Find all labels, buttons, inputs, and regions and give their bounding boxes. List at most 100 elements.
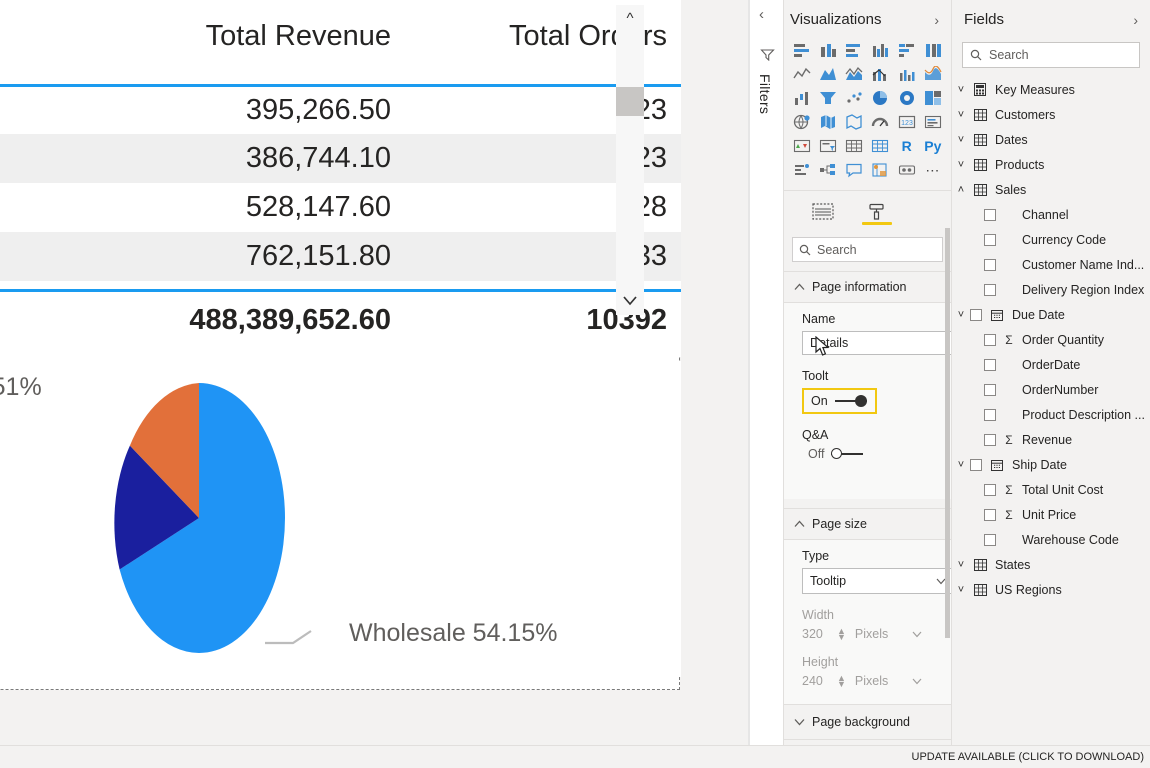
python-visual-icon[interactable]: Py <box>922 136 944 156</box>
line-clustered-column-icon[interactable] <box>896 64 918 84</box>
waterfall-chart-icon[interactable] <box>791 88 813 108</box>
toggle-switch-off[interactable] <box>831 447 864 461</box>
area-chart-icon[interactable] <box>817 64 839 84</box>
width-stepper[interactable]: 320 ▲ ▼ Pixels <box>802 627 951 642</box>
field-checkbox[interactable] <box>970 308 982 321</box>
toggle-switch-on[interactable] <box>834 394 867 408</box>
column-header-total-revenue[interactable]: Total Revenue <box>88 0 405 87</box>
field-table-sales[interactable]: ˄ Sales <box>952 177 1150 202</box>
table-icon[interactable] <box>843 136 865 156</box>
report-page[interactable]: Total Revenue Total Orders 395,266.50 23 <box>0 0 681 690</box>
card-icon[interactable]: 123 <box>896 112 918 132</box>
line-chart-icon[interactable] <box>791 64 813 84</box>
matrix-visual[interactable]: Total Revenue Total Orders 395,266.50 23 <box>0 0 681 357</box>
visualization-type-grid[interactable]: 123 R Py ⋯ <box>784 38 951 184</box>
pie-chart-icon[interactable] <box>869 88 891 108</box>
line-stacked-column-icon[interactable] <box>869 64 891 84</box>
field-checkbox[interactable] <box>970 458 982 471</box>
fields-tree[interactable]: ˅ Key Measures ˅ Customers ˅ Dates ˅ Pro… <box>952 68 1150 602</box>
tooltip-toggle-focus[interactable]: On <box>802 388 877 414</box>
qna-toggle[interactable]: Off <box>802 447 951 461</box>
field-item-warehouse-code[interactable]: ˅ Warehouse Code <box>952 527 1150 552</box>
chevron-down-icon[interactable]: ˅ <box>952 309 970 321</box>
decomposition-tree-icon[interactable] <box>817 160 839 180</box>
fields-tab[interactable] <box>806 199 840 229</box>
field-item-ordernumber[interactable]: ˅ OrderNumber <box>952 377 1150 402</box>
treemap-icon[interactable] <box>922 88 944 108</box>
field-checkbox[interactable] <box>984 208 996 221</box>
kpi-icon[interactable] <box>791 136 813 156</box>
stacked-area-chart-icon[interactable] <box>843 64 865 84</box>
funnel-chart-icon[interactable] <box>817 88 839 108</box>
table-row[interactable]: 395,266.50 23 <box>0 85 681 134</box>
tooltip-toggle[interactable]: On <box>811 394 867 408</box>
chevron-up-icon[interactable]: ˄ <box>952 184 970 196</box>
field-checkbox[interactable] <box>984 483 996 496</box>
key-influencers-icon[interactable] <box>791 160 813 180</box>
filters-pane-collapsed[interactable]: ‹ Filters <box>750 0 784 745</box>
fields-pane[interactable]: Fields › Search ˅ Key Measures ˅ Custome… <box>952 0 1150 745</box>
field-table-products[interactable]: ˅ Products <box>952 152 1150 177</box>
hundred-percent-stacked-bar-icon[interactable] <box>896 40 918 60</box>
chevron-down-icon[interactable] <box>623 288 637 315</box>
field-table-us-regions[interactable]: ˅ US Regions <box>952 577 1150 602</box>
field-item-product-description[interactable]: ˅ Product Description ... <box>952 402 1150 427</box>
field-item-revenue[interactable]: ˅ Σ Revenue <box>952 427 1150 452</box>
more-options-icon[interactable]: ⋯ <box>922 160 944 180</box>
section-page-size[interactable]: Page size <box>784 508 951 540</box>
clustered-column-chart-icon[interactable] <box>869 40 891 60</box>
chevron-up-icon[interactable]: ^ <box>626 5 633 32</box>
scatter-chart-icon[interactable] <box>843 88 865 108</box>
paginated-report-icon[interactable] <box>869 160 891 180</box>
field-checkbox[interactable] <box>984 508 996 521</box>
fields-search-input[interactable]: Search <box>962 42 1140 68</box>
chevron-down-icon[interactable]: ˅ <box>952 584 970 596</box>
chevron-down-icon[interactable]: ˅ <box>952 459 970 471</box>
field-table-states[interactable]: ˅ States <box>952 552 1150 577</box>
field-item-channel[interactable]: ˅ Channel <box>952 202 1150 227</box>
field-item-orderdate[interactable]: ˅ OrderDate <box>952 352 1150 377</box>
field-item-customer-name-index[interactable]: ˅ Customer Name Ind... <box>952 252 1150 277</box>
field-checkbox[interactable] <box>984 408 996 421</box>
field-checkbox[interactable] <box>984 233 996 246</box>
stepper-arrows-icon[interactable]: ▲ ▼ <box>837 674 846 689</box>
scrollbar-thumb[interactable] <box>616 87 644 116</box>
table-row[interactable]: 528,147.60 28 <box>0 183 681 232</box>
stacked-column-chart-icon[interactable] <box>817 40 839 60</box>
map-icon[interactable] <box>791 112 813 132</box>
multi-row-card-icon[interactable] <box>922 112 944 132</box>
field-checkbox[interactable] <box>984 333 996 346</box>
table-row[interactable]: 386,744.10 23 <box>0 134 681 183</box>
clustered-bar-chart-icon[interactable] <box>843 40 865 60</box>
chevron-left-icon[interactable]: ‹ <box>759 6 764 23</box>
format-tab[interactable] <box>860 199 894 229</box>
chevron-right-icon[interactable]: › <box>934 12 939 28</box>
chevron-down-icon[interactable]: ˅ <box>952 159 970 171</box>
field-checkbox[interactable] <box>984 533 996 546</box>
page-size-type-select[interactable]: Tooltip <box>802 568 951 594</box>
hundred-percent-stacked-column-icon[interactable] <box>922 40 944 60</box>
field-item-due-date[interactable]: ˅ Due Date <box>952 302 1150 327</box>
ribbon-chart-icon[interactable] <box>922 64 944 84</box>
filled-map-icon[interactable] <box>817 112 839 132</box>
field-item-order-quantity[interactable]: ˅ Σ Order Quantity <box>952 327 1150 352</box>
field-table-customers[interactable]: ˅ Customers <box>952 102 1150 127</box>
chevron-down-icon[interactable]: ˅ <box>952 559 970 571</box>
field-table-key-measures[interactable]: ˅ Key Measures <box>952 77 1150 102</box>
matrix-scrollbar[interactable]: ^ <box>616 5 644 315</box>
pane-tab-bar[interactable] <box>784 190 951 229</box>
field-checkbox[interactable] <box>984 258 996 271</box>
donut-chart-icon[interactable] <box>896 88 918 108</box>
column-header-label[interactable] <box>0 0 89 87</box>
table-row[interactable]: 762,151.80 33 <box>0 232 681 281</box>
update-available-message[interactable]: UPDATE AVAILABLE (CLICK TO DOWNLOAD) <box>912 751 1144 763</box>
stacked-bar-chart-icon[interactable] <box>791 40 813 60</box>
section-page-information[interactable]: Page information <box>784 271 951 303</box>
gauge-icon[interactable] <box>869 112 891 132</box>
format-search-input[interactable]: Search <box>792 237 943 262</box>
chevron-right-icon[interactable]: › <box>1133 12 1138 28</box>
field-checkbox[interactable] <box>984 283 996 296</box>
field-table-dates[interactable]: ˅ Dates <box>952 127 1150 152</box>
pie-chart-visual[interactable]: t 14.51% 1.35% Wholesale 54.15% <box>0 361 681 677</box>
visualizations-pane[interactable]: Visualizations › 123 R Py ⋯ Search Page … <box>784 0 952 745</box>
